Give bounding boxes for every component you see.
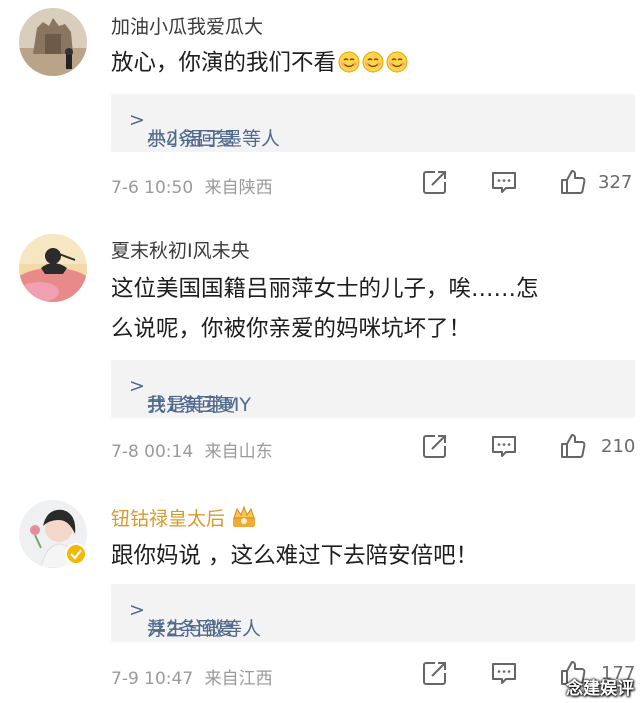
timestamp: 7-8 00:14 xyxy=(111,442,194,462)
crown-badge-icon xyxy=(225,505,257,530)
share-icon[interactable] xyxy=(421,659,449,687)
comment-meta: 7-6 10:50 来自陕西 xyxy=(111,173,273,198)
chevron-right-icon: > xyxy=(129,599,145,621)
chevron-right-icon: > xyxy=(129,375,145,397)
username-row: 钮钴禄皇太后 xyxy=(111,504,257,531)
comment-item: 夏末秋初I风未央 这位美国国籍吕丽萍女士的儿子，唉……怎 么说呢，你被你亲爱的妈… xyxy=(0,212,640,494)
verified-badge-icon xyxy=(65,543,87,565)
comment-meta: 7-9 10:47 来自江西 xyxy=(111,664,273,689)
replies-link[interactable]: 浮生兮微等人 共2条回复 > xyxy=(129,599,261,640)
share-icon[interactable] xyxy=(421,168,449,196)
timestamp: 7-9 10:47 xyxy=(111,669,194,689)
like-count: 327 xyxy=(598,172,633,193)
username[interactable]: 加油小瓜我爱瓜大 xyxy=(111,12,263,39)
watermark: 念建娱评 xyxy=(566,679,634,699)
comment-icon[interactable] xyxy=(490,432,518,460)
comment-text: 跟你妈说 ，这么难过下去陪安倍吧！ xyxy=(111,543,479,569)
replies-preview[interactable]: 小小温子墨等人 共2条回复 > xyxy=(111,94,635,152)
replies-count: 共2条回复 xyxy=(147,618,236,640)
comment-item: 加油小瓜我爱瓜大 放心，你演的我们不看 小小温子墨等人 共2条回复 > 7-6 … xyxy=(0,0,640,212)
replies-preview[interactable]: 浮生兮微等人 共2条回复 > xyxy=(111,584,635,642)
avatar[interactable] xyxy=(19,234,87,302)
replies-link[interactable]: 小小温子墨等人 共2条回复 > xyxy=(129,109,280,150)
username[interactable]: 夏末秋初I风未央 xyxy=(111,236,250,263)
location: 来自陕西 xyxy=(204,178,273,198)
location: 来自江西 xyxy=(204,669,273,689)
smile-emoji-icon xyxy=(360,50,384,76)
comment-meta: 7-8 00:14 来自山东 xyxy=(111,437,273,462)
smile-emoji-icon xyxy=(336,50,360,76)
timestamp: 7-6 10:50 xyxy=(111,178,194,198)
comment-icon[interactable] xyxy=(490,168,518,196)
replies-count: 共2条回复 xyxy=(147,128,236,150)
thumbs-up-icon[interactable] xyxy=(559,168,587,196)
share-icon[interactable] xyxy=(421,432,449,460)
comment-text-body: 放心，你演的我们不看 xyxy=(111,50,337,76)
like-count: 210 xyxy=(601,436,636,457)
smile-emoji-icon xyxy=(384,50,408,76)
comment-icon[interactable] xyxy=(490,659,518,687)
replies-count: 共1条回复 xyxy=(147,394,236,416)
comment-text-line: 么说呢，你被你亲爱的妈咪坑坏了！ xyxy=(111,316,472,342)
comment-text: 放心，你演的我们不看 xyxy=(111,43,631,83)
replies-preview[interactable]: 我是美芽MY 共1条回复 > xyxy=(111,360,635,418)
comment-item: 钮钴禄皇太后 跟你妈说 ，这么难过下去陪安倍吧！ 浮生兮微等人 共2条回复 > … xyxy=(0,494,640,703)
thumbs-up-icon[interactable] xyxy=(559,432,587,460)
avatar[interactable] xyxy=(19,8,87,76)
username[interactable]: 钮钴禄皇太后 xyxy=(111,508,225,530)
replies-link[interactable]: 我是美芽MY 共1条回复 > xyxy=(129,375,251,416)
comment-text-line: 这位美国国籍吕丽萍女士的儿子，唉……怎 xyxy=(111,276,539,302)
comment-text: 这位美国国籍吕丽萍女士的儿子，唉……怎 么说呢，你被你亲爱的妈咪坑坏了！ xyxy=(111,269,631,349)
chevron-right-icon: > xyxy=(129,109,145,131)
location: 来自山东 xyxy=(204,442,273,462)
